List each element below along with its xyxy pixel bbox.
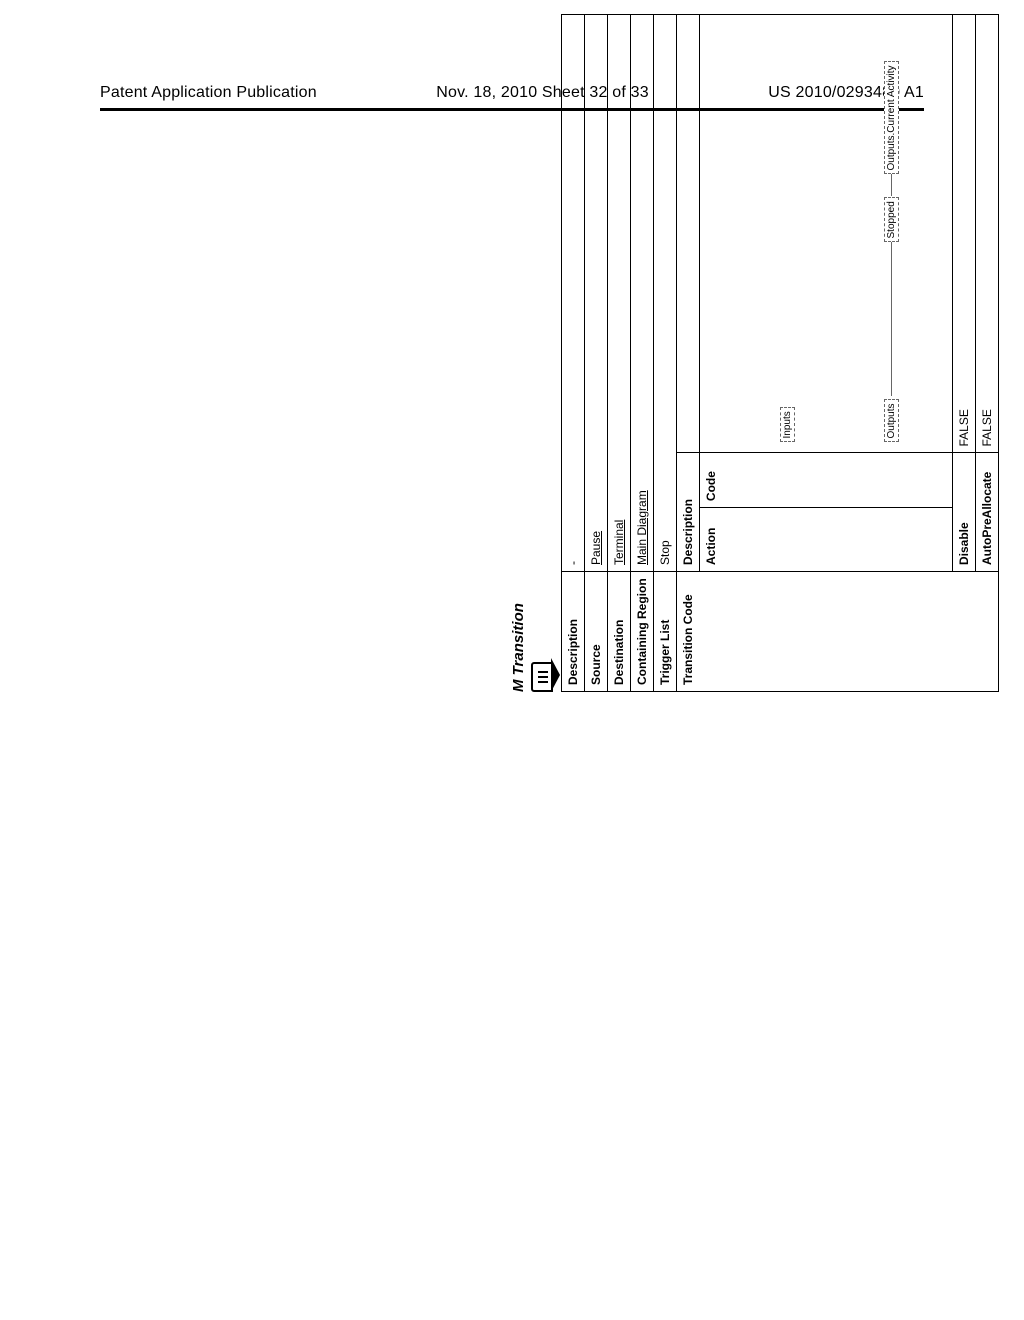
row-source-value[interactable]: Pause (589, 531, 603, 565)
row-destination-label: Destination (608, 572, 631, 692)
row-description-value: - (562, 15, 585, 572)
row-description-label: Description (562, 572, 585, 692)
row-trigger-value: Stop (654, 15, 677, 572)
node-outputs[interactable]: Outputs (884, 399, 899, 442)
node-inputs[interactable]: Inputs (780, 407, 795, 442)
header-left: Patent Application Publication (100, 84, 317, 102)
transition-icon (531, 662, 553, 692)
tc-code-label: Code (700, 453, 953, 508)
tc-desc-value (677, 15, 700, 453)
tc-disable-value: FALSE (953, 15, 976, 453)
row-tc-label: Transition Code (677, 572, 999, 692)
tc-action-label: Action (700, 508, 953, 571)
node-current-activity[interactable]: Outputs.Current Activity (884, 61, 899, 174)
row-source-label: Source (585, 572, 608, 692)
row-region-label: Containing Region (631, 572, 654, 692)
row-region-value[interactable]: Main Diagram (635, 490, 649, 565)
code-canvas: Inputs Outputs Stopped Outputs.Current A… (704, 21, 948, 447)
tc-autopre-label: AutoPreAllocate (976, 453, 999, 571)
figure-body: M Transition Description - Source Pause … (510, 14, 1024, 692)
tc-desc-label: Description (677, 453, 700, 571)
tc-autopre-value: FALSE (976, 15, 999, 453)
row-trigger-label: Trigger List (654, 572, 677, 692)
tc-disable-label: Disable (953, 453, 976, 571)
panel-title: M Transition (510, 603, 527, 692)
transition-code-table: Description Action Code Inputs Outputs (677, 15, 998, 571)
properties-table: Description - Source Pause Destination T… (561, 14, 999, 692)
row-destination-value[interactable]: Terminal (612, 520, 626, 565)
node-stopped[interactable]: Stopped (884, 197, 899, 242)
